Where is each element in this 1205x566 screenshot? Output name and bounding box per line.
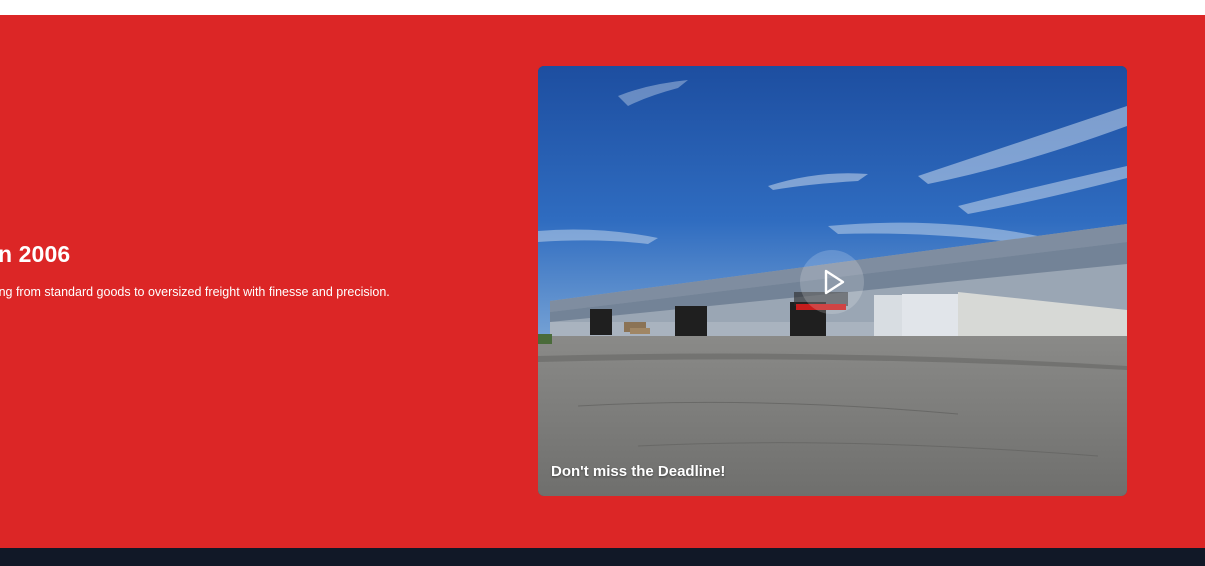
- hero-section: ed in 2006 erything from standard goods …: [0, 15, 1205, 548]
- video-caption: Don't miss the Deadline!: [551, 463, 726, 480]
- hero-subtext: erything from standard goods to oversize…: [0, 285, 390, 299]
- play-icon: [824, 269, 845, 295]
- top-strip: [0, 0, 1205, 15]
- footer-bar: [0, 548, 1205, 566]
- play-button[interactable]: [800, 250, 864, 314]
- video-thumbnail[interactable]: Don't miss the Deadline!: [538, 66, 1127, 496]
- hero-heading: ed in 2006: [0, 241, 71, 267]
